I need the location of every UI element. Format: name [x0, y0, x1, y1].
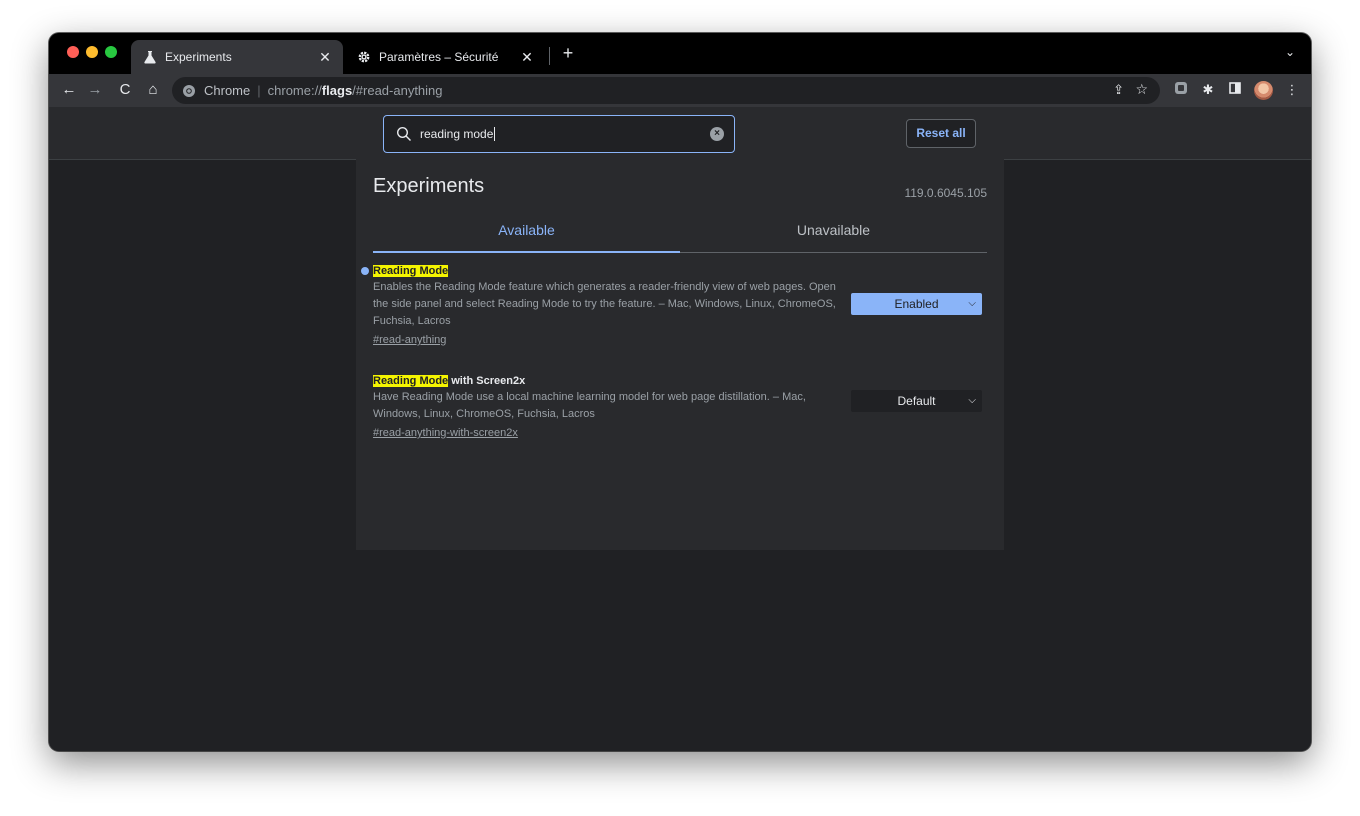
omnibox-url: chrome://flags/#read-anything — [268, 83, 443, 98]
flag-permalink[interactable]: #read-anything — [373, 332, 987, 349]
flag-name: Reading Mode — [373, 263, 987, 279]
tab-title: Paramètres – Sécurité — [379, 50, 499, 64]
flag-description: Have Reading Mode use a local machine le… — [373, 391, 806, 420]
reset-all-button[interactable]: Reset all — [906, 119, 976, 148]
profile-avatar[interactable] — [1254, 81, 1273, 100]
flags-page: reading mode × Reset all Experiments 119… — [49, 107, 1311, 751]
close-icon[interactable]: ✕ — [517, 49, 537, 66]
page-title: Experiments — [373, 175, 485, 197]
clear-search-icon[interactable]: × — [710, 127, 724, 141]
more-menu-icon[interactable]: ⋮ — [1283, 81, 1301, 99]
url-path: /#read-anything — [352, 83, 443, 98]
home-icon[interactable]: ⌂ — [143, 80, 163, 100]
modified-indicator-dot — [361, 267, 369, 275]
tab-parametres-securite[interactable]: Paramètres – Sécurité ✕ — [345, 40, 545, 74]
back-icon[interactable]: ← — [59, 80, 79, 100]
flag-read-anything-with-screen2x: Reading Mode with Screen2x Have Reading … — [373, 373, 987, 442]
toolbar: ← → C ⌂ Chrome | chrome://flags/#read-an… — [49, 74, 1311, 107]
share-icon[interactable]: ⇪ — [1113, 82, 1124, 98]
flag-name: Reading Mode with Screen2x — [373, 375, 526, 387]
chevron-down-icon: ⌵ — [968, 298, 976, 309]
new-tab-button[interactable]: + — [558, 43, 578, 64]
bookmark-star-icon[interactable]: ☆ — [1135, 81, 1148, 98]
chevron-down-icon: ⌵ — [968, 395, 976, 406]
tab-title: Experiments — [165, 50, 232, 64]
chrome-icon — [182, 84, 196, 98]
search-highlight: Reading Mode — [373, 265, 449, 277]
tab-unavailable[interactable]: Unavailable — [680, 215, 987, 251]
url-scheme: chrome:// — [267, 83, 322, 98]
minimize-window-button[interactable] — [86, 46, 98, 58]
omnibox-chip: Chrome — [204, 83, 251, 98]
omnibox[interactable]: Chrome | chrome://flags/#read-anything ⇪… — [172, 77, 1160, 104]
url-host: flags — [321, 83, 353, 98]
search-input[interactable]: reading mode × — [383, 115, 735, 153]
gear-icon — [357, 50, 371, 64]
browser-window: Experiments ✕ Paramètres – Sécurité ✕ + … — [49, 33, 1311, 751]
forward-icon[interactable]: → — [85, 80, 105, 100]
extensions-puzzle-icon[interactable]: ✱ — [1199, 81, 1217, 99]
close-window-button[interactable] — [67, 46, 79, 58]
experiments-panel: Experiments 119.0.6045.105 Available Una… — [356, 159, 1004, 550]
close-icon[interactable]: ✕ — [315, 49, 335, 66]
omnibox-divider: | — [257, 83, 261, 98]
tab-available[interactable]: Available — [373, 215, 680, 253]
flag-permalink[interactable]: #read-anything-with-screen2x — [373, 425, 987, 442]
tab-search-chevron-icon[interactable]: ⌄ — [1285, 45, 1295, 59]
reload-icon[interactable]: C — [115, 80, 135, 100]
availability-tabs: Available Unavailable — [373, 215, 987, 253]
text-caret — [494, 127, 496, 142]
flag-read-anything: Reading Mode Enables the Reading Mode fe… — [361, 263, 987, 349]
side-panel-icon[interactable] — [1226, 81, 1244, 99]
tab-experiments[interactable]: Experiments ✕ — [131, 40, 343, 74]
tab-divider — [549, 47, 550, 65]
flags-header: reading mode × Reset all — [49, 107, 1311, 160]
search-input-value[interactable]: reading mode — [420, 127, 710, 142]
tab-strip: Experiments ✕ Paramètres – Sécurité ✕ + … — [49, 33, 1311, 74]
flag-state-select[interactable]: Enabled ⌵ — [851, 293, 982, 315]
version-label: 119.0.6045.105 — [904, 186, 987, 200]
extension-icon[interactable] — [1172, 81, 1190, 99]
search-icon — [396, 126, 412, 142]
flask-icon — [143, 50, 157, 64]
search-highlight: Reading Mode — [373, 375, 449, 387]
flag-description: Enables the Reading Mode feature which g… — [373, 281, 836, 327]
maximize-window-button[interactable] — [105, 46, 117, 58]
flag-state-select[interactable]: Default ⌵ — [851, 390, 982, 412]
